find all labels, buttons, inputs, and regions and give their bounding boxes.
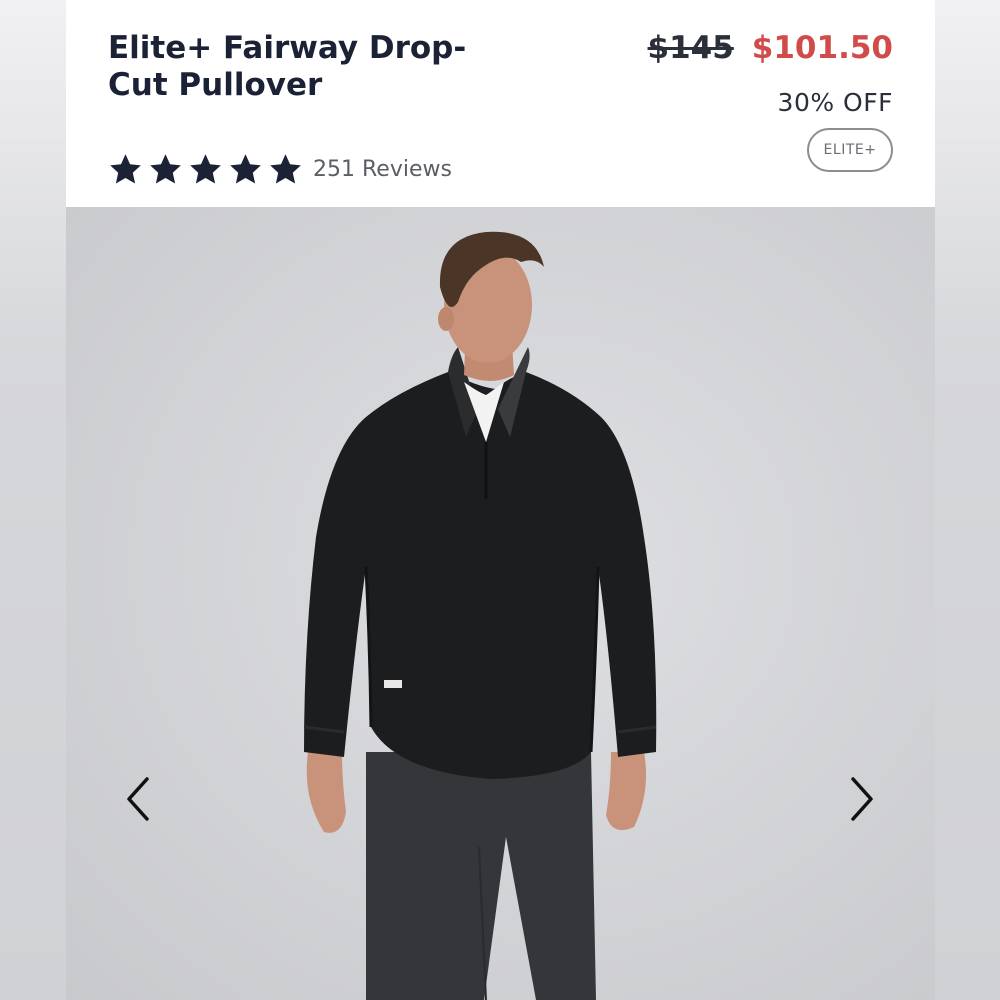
reviews-link[interactable]: 251 Reviews	[313, 157, 452, 182]
star-icon	[190, 154, 221, 184]
star-icon	[270, 154, 301, 184]
chevron-right-icon	[851, 777, 873, 821]
star-icon	[110, 154, 141, 184]
product-card: Elite+ Fairway Drop-Cut Pullover $145 $1…	[66, 0, 935, 1000]
original-price: $145	[647, 30, 734, 66]
background-left	[0, 0, 66, 1000]
discount-label: 30% OFF	[777, 88, 893, 117]
product-image	[303, 231, 657, 1000]
star-icon	[230, 154, 261, 184]
prev-image-button[interactable]	[118, 775, 158, 823]
price-row: $145 $101.50	[648, 30, 893, 66]
chevron-left-icon	[127, 777, 149, 821]
star-rating	[108, 152, 303, 187]
next-image-button[interactable]	[842, 775, 882, 823]
background-right	[935, 0, 1000, 1000]
product-header: Elite+ Fairway Drop-Cut Pullover $145 $1…	[66, 0, 935, 207]
product-gallery[interactable]	[66, 207, 935, 1000]
rating[interactable]: 251 Reviews	[108, 152, 452, 187]
elite-badge[interactable]: ELITE+	[807, 128, 893, 172]
star-icon	[150, 154, 181, 184]
product-title: Elite+ Fairway Drop-Cut Pullover	[108, 30, 467, 103]
sale-price: $101.50	[751, 30, 893, 66]
